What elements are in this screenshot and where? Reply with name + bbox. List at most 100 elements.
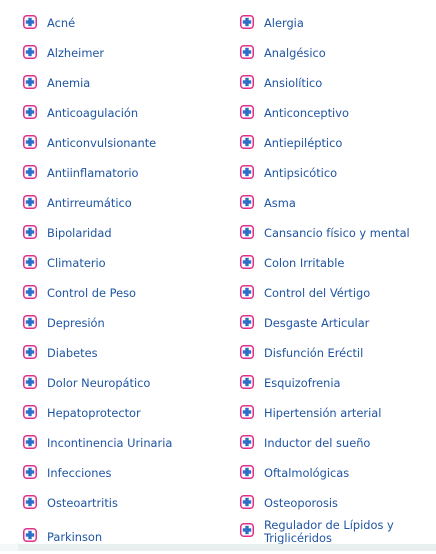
category-link-left-9[interactable]: Control de Peso: [23, 278, 223, 308]
category-label: Anticonvulsionante: [47, 135, 157, 150]
medical-cross-icon: [23, 465, 37, 479]
category-link-left-6[interactable]: Antirreumático: [23, 188, 223, 218]
medical-cross-icon: [240, 105, 254, 119]
category-label: Esquizofrenia: [264, 375, 341, 390]
category-link-right-1[interactable]: Analgésico: [240, 38, 434, 68]
category-label: Parkinson: [47, 529, 103, 544]
category-label: Anticonceptivo: [264, 105, 349, 120]
category-link-right-12[interactable]: Esquizofrenia: [240, 368, 434, 398]
category-link-right-5[interactable]: Antipsicótico: [240, 158, 434, 188]
category-link-left-0[interactable]: Acné: [23, 8, 223, 38]
category-label: Incontinencia Urinaria: [47, 435, 173, 450]
medical-cross-icon: [240, 45, 254, 59]
medical-cross-icon: [240, 495, 254, 509]
category-label: Diabetes: [47, 345, 98, 360]
medical-cross-icon: [23, 528, 37, 542]
medical-cross-icon: [23, 495, 37, 509]
medical-cross-icon: [23, 15, 37, 29]
category-link-right-10[interactable]: Desgaste Articular: [240, 308, 434, 338]
medical-cross-icon: [23, 105, 37, 119]
category-label: Osteoporosis: [264, 495, 338, 510]
medical-cross-icon: [23, 405, 37, 419]
category-link-right-6[interactable]: Asma: [240, 188, 434, 218]
category-label: Oftalmológicas: [264, 465, 350, 480]
category-label: Antirreumático: [47, 195, 132, 210]
category-label: Hipertensión arterial: [264, 405, 382, 420]
medical-cross-icon: [23, 285, 37, 299]
category-link-right-2[interactable]: Ansiolítico: [240, 68, 434, 98]
category-link-right-0[interactable]: Alergia: [240, 8, 434, 38]
medical-cross-icon: [240, 225, 254, 239]
category-link-left-7[interactable]: Bipolaridad: [23, 218, 223, 248]
bottom-strip-fade: [0, 544, 18, 551]
medical-cross-icon: [240, 255, 254, 269]
category-link-left-8[interactable]: Climaterio: [23, 248, 223, 278]
category-link-left-11[interactable]: Diabetes: [23, 338, 223, 368]
category-label: Alergia: [264, 15, 304, 30]
category-label: Hepatoprotector: [47, 405, 141, 420]
medical-cross-icon: [240, 135, 254, 149]
category-link-right-13[interactable]: Hipertensión arterial: [240, 398, 434, 428]
category-link-left-3[interactable]: Anticoagulación: [23, 98, 223, 128]
category-label: Cansancio físico y mental: [264, 225, 410, 240]
medical-cross-icon: [240, 165, 254, 179]
category-label: Analgésico: [264, 45, 326, 60]
category-link-right-16[interactable]: Osteoporosis: [240, 488, 434, 518]
category-link-left-1[interactable]: Alzheimer: [23, 38, 223, 68]
category-label: Desgaste Articular: [264, 315, 370, 330]
medical-cross-icon: [23, 435, 37, 449]
category-link-left-5[interactable]: Antiinflamatorio: [23, 158, 223, 188]
medical-cross-icon: [23, 75, 37, 89]
medical-cross-icon: [23, 345, 37, 359]
category-link-left-2[interactable]: Anemia: [23, 68, 223, 98]
medical-cross-icon: [240, 285, 254, 299]
medical-cross-icon: [240, 465, 254, 479]
category-label: Inductor del sueño: [264, 435, 371, 450]
category-label: Osteoartritis: [47, 495, 118, 510]
category-link-right-8[interactable]: Colon Irritable: [240, 248, 434, 278]
category-label: Anemia: [47, 75, 91, 90]
medical-cross-icon: [23, 45, 37, 59]
category-link-right-14[interactable]: Inductor del sueño: [240, 428, 434, 458]
category-link-left-15[interactable]: Infecciones: [23, 458, 223, 488]
medical-cross-icon: [23, 375, 37, 389]
category-link-right-9[interactable]: Control del Vértigo: [240, 278, 434, 308]
category-link-left-10[interactable]: Depresión: [23, 308, 223, 338]
category-label: Antiinflamatorio: [47, 165, 139, 180]
medical-cross-icon: [23, 315, 37, 329]
category-label: Control del Vértigo: [264, 285, 371, 300]
medical-cross-icon: [23, 165, 37, 179]
category-link-left-16[interactable]: Osteoartritis: [23, 488, 223, 518]
category-link-right-7[interactable]: Cansancio físico y mental: [240, 218, 434, 248]
category-label: Alzheimer: [47, 45, 105, 60]
category-label: Infecciones: [47, 465, 112, 480]
category-label: Asma: [264, 195, 296, 210]
category-list-right: Alergia Analgésico Ansiolítico Anticonce…: [240, 8, 434, 554]
medical-cross-icon: [23, 195, 37, 209]
medical-cross-icon: [240, 15, 254, 29]
medical-cross-icon: [23, 255, 37, 269]
category-link-right-15[interactable]: Oftalmológicas: [240, 458, 434, 488]
category-link-right-4[interactable]: Antiepiléptico: [240, 128, 434, 158]
category-list-left: Acné Alzheimer Anemia Anticoagulación An…: [23, 8, 223, 554]
category-label: Ansiolítico: [264, 75, 323, 90]
medical-cross-icon: [240, 315, 254, 329]
category-label: Bipolaridad: [47, 225, 112, 240]
category-label: Depresión: [47, 315, 105, 330]
medical-cross-icon: [240, 75, 254, 89]
medical-cross-icon: [240, 345, 254, 359]
medical-cross-icon: [23, 135, 37, 149]
category-link-left-13[interactable]: Hepatoprotector: [23, 398, 223, 428]
category-label: Colon Irritable: [264, 255, 345, 270]
category-link-right-11[interactable]: Disfunción Eréctil: [240, 338, 434, 368]
category-link-left-12[interactable]: Dolor Neuropático: [23, 368, 223, 398]
category-link-right-3[interactable]: Anticonceptivo: [240, 98, 434, 128]
category-link-left-14[interactable]: Incontinencia Urinaria: [23, 428, 223, 458]
medical-cross-icon: [240, 405, 254, 419]
category-link-left-4[interactable]: Anticonvulsionante: [23, 128, 223, 158]
category-label: Antiepiléptico: [264, 135, 343, 150]
category-label: Antipsicótico: [264, 165, 338, 180]
medical-cross-icon: [240, 375, 254, 389]
category-label: Climaterio: [47, 255, 106, 270]
bottom-strip: [0, 544, 436, 551]
